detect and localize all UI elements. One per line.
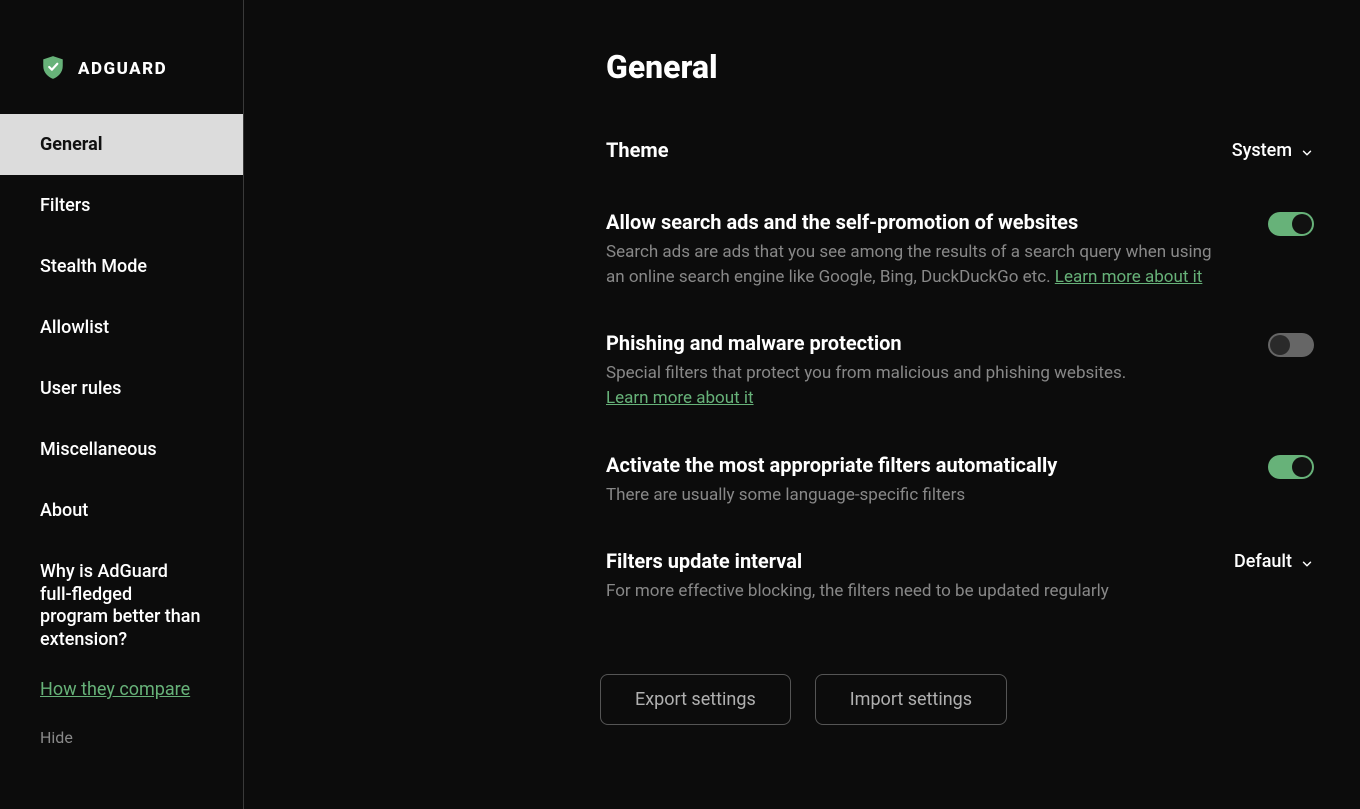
sidebar-item-stealth-mode[interactable]: Stealth Mode: [0, 236, 243, 297]
autofilters-title: Activate the most appropriate filters au…: [606, 453, 1057, 477]
brand-logo: ADGUARD: [0, 36, 243, 102]
import-settings-button[interactable]: Import settings: [815, 674, 1007, 725]
sidebar-item-general[interactable]: General: [0, 114, 243, 175]
search-ads-title: Allow search ads and the self-promotion …: [606, 210, 1226, 234]
chevron-down-icon: [1300, 144, 1314, 158]
update-interval-title: Filters update interval: [606, 549, 1109, 573]
theme-label: Theme: [606, 138, 669, 162]
update-interval-select[interactable]: Default: [1234, 549, 1314, 572]
sidebar-item-about[interactable]: About: [0, 480, 243, 541]
settings-buttons: Export settings Import settings: [600, 674, 1314, 725]
setting-phishing: Phishing and malware protection Special …: [606, 331, 1314, 410]
search-ads-desc: Search ads are ads that you see among th…: [606, 240, 1226, 289]
sidebar-item-miscellaneous[interactable]: Miscellaneous: [0, 419, 243, 480]
setting-update-interval: Filters update interval For more effecti…: [606, 549, 1314, 604]
autofilters-desc: There are usually some language-specific…: [606, 483, 1057, 508]
brand-name: ADGUARD: [78, 59, 167, 79]
theme-select[interactable]: System: [1232, 138, 1314, 161]
promo-title: Why is AdGuard full-fledged program bett…: [40, 561, 203, 651]
sidebar-nav: General Filters Stealth Mode Allowlist U…: [0, 114, 243, 541]
setting-search-ads: Allow search ads and the self-promotion …: [606, 210, 1314, 289]
page-title: General: [606, 48, 1314, 86]
sidebar-item-allowlist[interactable]: Allowlist: [0, 297, 243, 358]
phishing-title: Phishing and malware protection: [606, 331, 1126, 355]
shield-icon: [40, 54, 66, 84]
update-interval-value: Default: [1234, 551, 1292, 572]
phishing-learn-link[interactable]: Learn more about it: [606, 388, 754, 408]
export-settings-button[interactable]: Export settings: [600, 674, 791, 725]
sidebar-promo: Why is AdGuard full-fledged program bett…: [0, 541, 243, 700]
promo-hide-link[interactable]: Hide: [0, 700, 243, 747]
sidebar-item-user-rules[interactable]: User rules: [0, 358, 243, 419]
autofilters-toggle[interactable]: [1268, 455, 1314, 479]
search-ads-toggle[interactable]: [1268, 212, 1314, 236]
phishing-toggle[interactable]: [1268, 333, 1314, 357]
setting-autofilters: Activate the most appropriate filters au…: [606, 453, 1314, 508]
promo-compare-link[interactable]: How they compare: [40, 679, 190, 700]
sidebar-item-filters[interactable]: Filters: [0, 175, 243, 236]
main-content: General Theme System Allow search ads an…: [244, 0, 1360, 809]
theme-value: System: [1232, 140, 1292, 161]
update-interval-desc: For more effective blocking, the filters…: [606, 579, 1109, 604]
sidebar: ADGUARD General Filters Stealth Mode All…: [0, 0, 244, 809]
search-ads-learn-link[interactable]: Learn more about it: [1055, 267, 1203, 287]
chevron-down-icon: [1300, 555, 1314, 569]
phishing-desc: Special filters that protect you from ma…: [606, 361, 1126, 410]
setting-theme: Theme System: [606, 138, 1314, 168]
